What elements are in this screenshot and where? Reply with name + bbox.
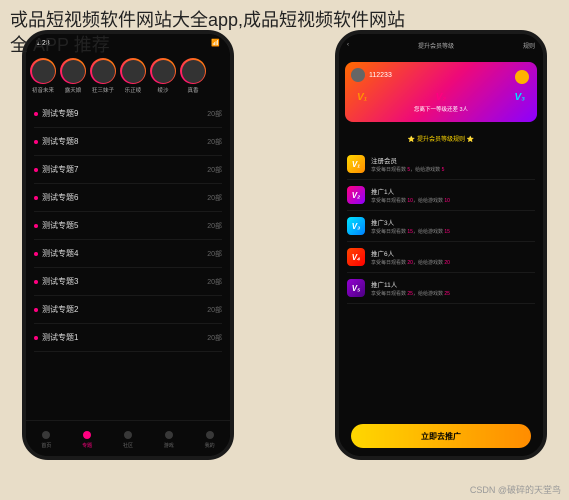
level-item: V₄ 推广6人享受每日观看数 20，给给游戏数 20 (347, 242, 535, 273)
nav-icon (122, 429, 134, 441)
dot-icon (34, 196, 38, 200)
app-logo-icon (515, 70, 529, 84)
level-badge-icon: V₅ (347, 279, 365, 297)
v1-badge: V₁ (357, 92, 367, 103)
level-title: 注册会员 (371, 155, 444, 165)
item-count: 20部 (207, 109, 222, 119)
page-title-overlay: 戓品短视频软件网站大全app,成品短视频软件网站 全 APP 推荐 (0, 0, 569, 66)
list-item[interactable]: 测试专题9 20部 (34, 100, 222, 128)
item-title: 测试专题9 (42, 108, 78, 119)
nav-icon (163, 429, 175, 441)
level-badge-icon: V₄ (347, 248, 365, 266)
dot-icon (34, 336, 38, 340)
list-item[interactable]: 测试专题4 20部 (34, 240, 222, 268)
level-progress-row: V₁ V₂ V₃ (351, 92, 531, 103)
level-desc: 享受每日观看数 15，给给游戏数 15 (371, 228, 450, 235)
level-item: V₅ 推广11人享受每日观看数 25，给给游戏数 25 (347, 273, 535, 304)
list-item[interactable]: 测试专题6 20部 (34, 184, 222, 212)
level-desc: 享受每日观看数 5，给给游戏数 5 (371, 166, 444, 173)
item-count: 20部 (207, 277, 222, 287)
item-count: 20部 (207, 165, 222, 175)
item-count: 20部 (207, 305, 222, 315)
item-title: 测试专题5 (42, 220, 78, 231)
story-label: 露天娘 (65, 86, 82, 94)
level-title: 推广1人 (371, 186, 450, 196)
user-id: 112233 (369, 72, 392, 79)
banner-user: 112233 (351, 68, 531, 82)
dot-icon (34, 308, 38, 312)
story-label: 绫沙 (157, 86, 168, 94)
progress-text: 您离下一等级还差 3人 (351, 105, 531, 113)
level-desc: 享受每日观看数 20，给给游戏数 20 (371, 259, 450, 266)
phone-mockup-right: ‹ 提升会员等级 规则 112233 V₁ V₂ V₃ 您离下一等级还差 3人 … (335, 30, 547, 460)
watermark-text: CSDN @破碎的天堂鸟 (470, 483, 561, 496)
avatar (351, 68, 365, 82)
nav-label: 首页 (41, 442, 51, 449)
list-item[interactable]: 测试专题5 20部 (34, 212, 222, 240)
story-label: 真香 (187, 86, 198, 94)
dot-icon (34, 168, 38, 172)
bottom-nav: 首页 专题 社区 游戏 我的 (26, 420, 230, 456)
item-count: 20部 (207, 333, 222, 343)
nav-item[interactable]: 游戏 (163, 429, 175, 449)
nav-icon (40, 429, 52, 441)
subtitle-text: 全 APP 推荐 (10, 33, 559, 58)
dot-icon (34, 224, 38, 228)
dot-icon (34, 140, 38, 144)
topic-list: 测试专题920部测试专题820部测试专题720部测试专题620部测试专题520部… (26, 100, 230, 352)
phone-mockup-left: 1:28 📶 初音未来露天娘狂三妹子乐正绫绫沙真香 测试专题920部测试专题82… (22, 30, 234, 460)
level-desc: 享受每日观看数 10，给给游戏数 10 (371, 197, 450, 204)
nav-label: 专题 (82, 442, 92, 449)
item-count: 20部 (207, 221, 222, 231)
level-item: V₃ 推广3人享受每日观看数 15，给给游戏数 15 (347, 211, 535, 242)
item-title: 测试专题7 (42, 164, 78, 175)
level-list: V₁ 注册会员享受每日观看数 5，给给游戏数 5 V₂ 推广1人享受每日观看数 10，… (339, 149, 543, 304)
nav-item[interactable]: 社区 (122, 429, 134, 449)
title-text: 戓品短视频软件网站大全app,成品短视频软件网站 (10, 8, 559, 33)
nav-item[interactable]: 我的 (204, 429, 216, 449)
list-item[interactable]: 测试专题3 20部 (34, 268, 222, 296)
story-label: 狂三妹子 (92, 86, 114, 94)
v2-badge: V₂ (436, 92, 446, 103)
level-badge-icon: V₁ (347, 155, 365, 173)
dot-icon (34, 252, 38, 256)
rules-header: ⭐ 提升会员等级规则 ⭐ (339, 128, 543, 149)
item-title: 测试专题4 (42, 248, 78, 259)
dot-icon (34, 112, 38, 116)
item-title: 测试专题1 (42, 332, 78, 343)
story-label: 乐正绫 (125, 86, 142, 94)
nav-label: 游戏 (164, 442, 174, 449)
membership-banner: 112233 V₁ V₂ V₃ 您离下一等级还差 3人 (345, 62, 537, 122)
item-title: 测试专题6 (42, 192, 78, 203)
dot-icon (34, 280, 38, 284)
promote-button[interactable]: 立即去推广 (351, 424, 531, 448)
item-count: 20部 (207, 249, 222, 259)
item-count: 20部 (207, 193, 222, 203)
story-label: 初音未来 (32, 86, 54, 94)
item-count: 20部 (207, 137, 222, 147)
nav-label: 我的 (205, 442, 215, 449)
nav-icon (204, 429, 216, 441)
level-item: V₂ 推广1人享受每日观看数 10，给给游戏数 10 (347, 180, 535, 211)
nav-item[interactable]: 专题 (81, 429, 93, 449)
list-item[interactable]: 测试专题2 20部 (34, 296, 222, 324)
level-badge-icon: V₂ (347, 186, 365, 204)
v3-badge: V₃ (514, 92, 525, 103)
level-item: V₁ 注册会员享受每日观看数 5，给给游戏数 5 (347, 149, 535, 180)
level-desc: 享受每日观看数 25，给给游戏数 25 (371, 290, 450, 297)
list-item[interactable]: 测试专题8 20部 (34, 128, 222, 156)
item-title: 测试专题8 (42, 136, 78, 147)
level-title: 推广3人 (371, 217, 450, 227)
level-title: 推广6人 (371, 248, 450, 258)
level-title: 推广11人 (371, 279, 450, 289)
nav-item[interactable]: 首页 (40, 429, 52, 449)
list-item[interactable]: 测试专题1 20部 (34, 324, 222, 352)
nav-label: 社区 (123, 442, 133, 449)
level-badge-icon: V₃ (347, 217, 365, 235)
item-title: 测试专题3 (42, 276, 78, 287)
item-title: 测试专题2 (42, 304, 78, 315)
list-item[interactable]: 测试专题7 20部 (34, 156, 222, 184)
nav-icon (81, 429, 93, 441)
